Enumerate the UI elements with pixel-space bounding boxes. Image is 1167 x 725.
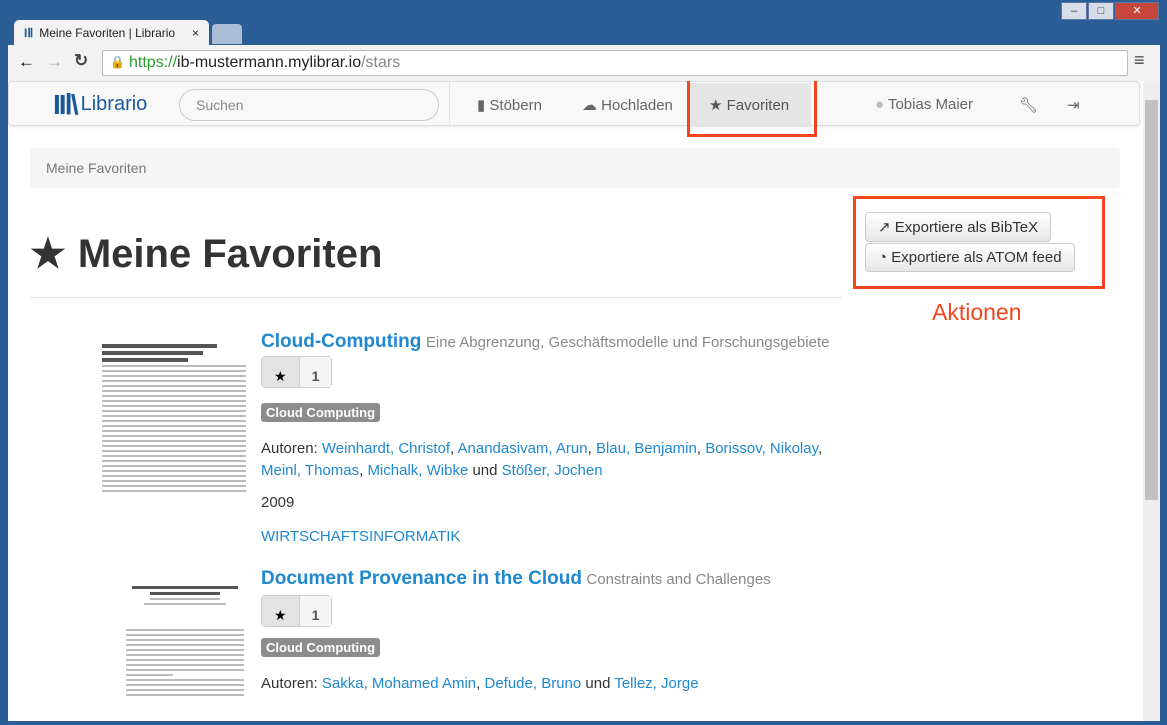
url-path: /stars	[361, 54, 401, 71]
annotation-aktionen: Aktionen	[932, 299, 1022, 325]
item-year: 2009	[261, 494, 295, 511]
tab-title: Meine Favoriten | Librario	[39, 26, 176, 40]
author-link[interactable]: Meinl, Thomas	[261, 462, 359, 479]
authors: Autoren: Sakka, Mohamed Amin, Defude, Br…	[261, 675, 699, 692]
librario-logo-icon: IIⅠ\	[53, 89, 79, 120]
avatar: ●	[875, 96, 885, 113]
page-title: ★ Meine Favoriten	[30, 231, 382, 277]
browser-tab[interactable]: IⅡ Meine Favoriten | Librario ×	[14, 20, 209, 46]
brand-name: Librario	[80, 93, 148, 115]
user-menu[interactable]: ● Tobias Maier	[875, 96, 973, 113]
button-label: Exportiere als BibTeX	[894, 219, 1039, 236]
star-icon: ★	[30, 232, 66, 276]
nav-hochladen[interactable]: ☁ Hochladen	[582, 96, 673, 114]
forward-icon[interactable]: →	[46, 52, 63, 72]
star-toggle[interactable]: ★ 1	[261, 595, 333, 627]
paper-thumbnail[interactable]	[120, 565, 250, 721]
author-link[interactable]: Anandasivam, Arun	[458, 440, 588, 457]
menu-icon[interactable]: ≡	[1134, 50, 1145, 71]
author-link[interactable]: Stößer, Jochen	[502, 462, 603, 479]
author-link[interactable]: Blau, Benjamin	[596, 440, 697, 457]
item-title-link[interactable]: Cloud-Computing	[261, 331, 421, 352]
export-bibtex-button[interactable]: ↗ Exportiere als BibTeX	[865, 212, 1052, 242]
and-text: und	[585, 675, 611, 692]
star-count: 1	[299, 596, 332, 626]
author-link[interactable]: Weinhardt, Christof	[322, 440, 450, 457]
star-icon[interactable]: ★	[262, 357, 300, 387]
maximize-button[interactable]: □	[1088, 2, 1114, 20]
new-tab-button[interactable]	[212, 24, 242, 44]
item-subtitle: Constraints and Challenges	[586, 571, 771, 588]
page-title-text: Meine Favoriten	[77, 231, 383, 276]
author-link[interactable]: Michalk, Wibke	[367, 462, 468, 479]
reload-icon[interactable]: ↻	[74, 51, 88, 71]
navbar: IIⅠ\ Librario Suchen ▮ Stöbern ☁ Hochlad…	[8, 81, 1140, 137]
list-item: Cloud-Computing Eine Abgrenzung, Geschäf…	[261, 329, 841, 548]
close-window-button[interactable]: ✕	[1115, 2, 1159, 20]
tab-close-icon[interactable]: ×	[192, 26, 199, 40]
url-scheme: https://	[129, 54, 178, 71]
star-icon[interactable]: ★	[262, 596, 300, 626]
user-name: Tobias Maier	[887, 96, 974, 113]
share-icon: ↗	[878, 219, 895, 236]
window-controls: – □ ✕	[1061, 2, 1159, 20]
divider	[449, 82, 450, 127]
item-title-link[interactable]: Document Provenance in the Cloud	[261, 568, 582, 589]
nav-label: Hochladen	[601, 97, 673, 114]
lock-icon: 🔒	[110, 55, 125, 69]
list-item: Document Provenance in the Cloud Constra…	[261, 566, 841, 695]
tag-badge[interactable]: Cloud Computing	[261, 638, 381, 657]
authors-label: Autoren:	[261, 440, 318, 457]
nav-stoebern[interactable]: ▮ Stöbern	[477, 96, 542, 114]
address-bar[interactable]: 🔒 https://ib-mustermann.mylibrar.io/star…	[102, 50, 1128, 76]
author-link[interactable]: Borissov, Nikolay	[705, 440, 818, 457]
brand-logo[interactable]: IIⅠ\ Librario	[53, 88, 147, 121]
logout-icon[interactable]: ⇥	[1067, 96, 1080, 114]
url-host: ib-mustermann.mylibrar.io	[177, 54, 362, 71]
book-icon: ▮	[477, 97, 490, 114]
star-toggle[interactable]: ★ 1	[261, 356, 333, 388]
page: IIⅠ\ Librario Suchen ▮ Stöbern ☁ Hochlad…	[8, 81, 1143, 721]
scrollbar-thumb[interactable]	[1145, 100, 1158, 500]
cloud-upload-icon: ☁	[582, 97, 602, 114]
author-link[interactable]: Sakka, Mohamed Amin	[322, 675, 476, 692]
wrench-icon[interactable]: 🔧︎	[1019, 96, 1038, 114]
librario-favicon-icon: IⅡ	[24, 26, 34, 40]
divider	[30, 297, 842, 298]
tag-badge[interactable]: Cloud Computing	[261, 403, 381, 422]
paper-thumbnail[interactable]	[98, 325, 250, 549]
nav-label: Stöbern	[489, 97, 542, 114]
and-text: und	[472, 462, 498, 479]
authors-label: Autoren:	[261, 675, 318, 692]
export-atom-button[interactable]: ◔ Exportiere als ATOM feed	[865, 243, 1075, 272]
rss-icon: ◔	[878, 249, 892, 266]
author-link[interactable]: Tellez, Jorge	[614, 675, 698, 692]
authors: Autoren: Weinhardt, Christof, Anandasiva…	[261, 440, 823, 479]
button-label: Exportiere als ATOM feed	[891, 249, 1062, 266]
item-subtitle: Eine Abgrenzung, Geschäftsmodelle und Fo…	[425, 334, 830, 351]
highlight-box-favoriten	[687, 81, 817, 137]
back-icon[interactable]: ←	[18, 52, 35, 72]
minimize-button[interactable]: –	[1061, 2, 1087, 20]
star-count: 1	[299, 357, 332, 387]
breadcrumb: Meine Favoriten	[30, 148, 1120, 188]
search-input[interactable]: Suchen	[179, 89, 439, 121]
author-link[interactable]: Defude, Bruno	[484, 675, 581, 692]
breadcrumb-item: Meine Favoriten	[46, 160, 147, 176]
journal-link[interactable]: WIRTSCHAFTSINFORMATIK	[261, 528, 460, 545]
